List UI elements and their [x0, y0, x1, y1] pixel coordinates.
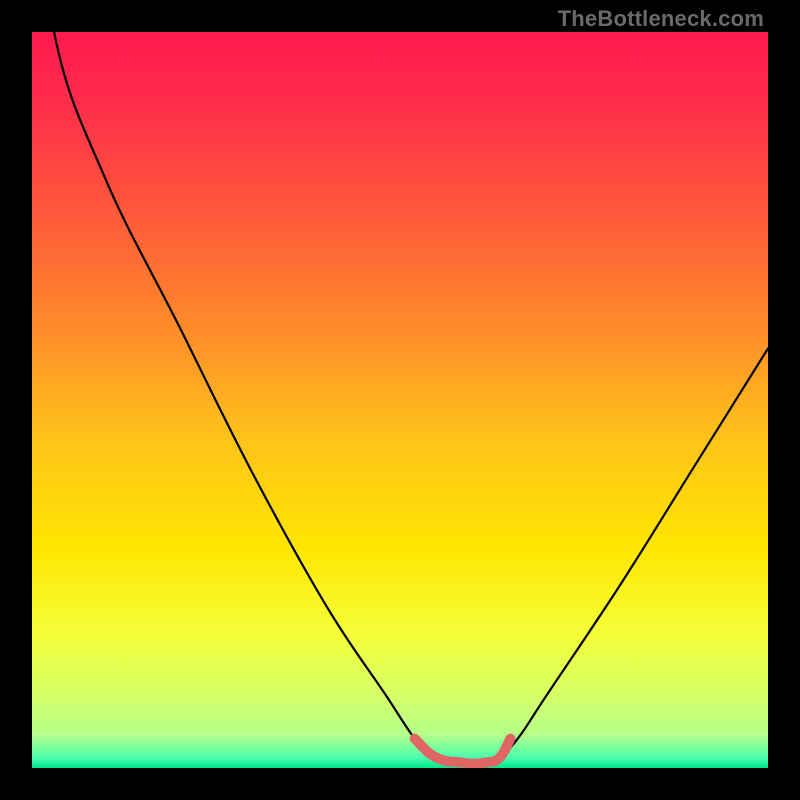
chart-frame: TheBottleneck.com — [0, 0, 800, 800]
watermark-text: TheBottleneck.com — [558, 6, 764, 32]
chart-curve — [32, 32, 768, 768]
plot-area — [32, 32, 768, 768]
